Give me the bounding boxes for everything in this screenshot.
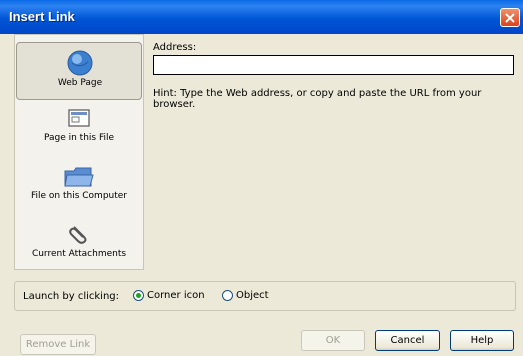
radio-circle <box>222 290 233 301</box>
launch-options-group: Launch by clicking: Corner icon Object <box>14 281 516 311</box>
hint-text: Hint: Type the Web address, or copy and … <box>153 88 482 110</box>
cancel-button[interactable]: Cancel <box>375 330 440 351</box>
help-button[interactable]: Help <box>450 330 514 351</box>
address-label: Address: <box>153 42 197 53</box>
insert-link-dialog: Insert Link Web Page Page in this File F… <box>0 0 523 356</box>
title-bar: Insert Link <box>0 0 523 34</box>
folder-icon <box>64 167 94 187</box>
ok-button[interactable]: OK <box>301 330 365 351</box>
close-button[interactable] <box>500 8 520 27</box>
radio-label: Corner icon <box>147 290 205 301</box>
nav-item-label: Web Page <box>57 78 103 88</box>
corner-icon-radio[interactable]: Corner icon <box>133 290 205 301</box>
nav-item-page-in-this-file[interactable]: Page in this File <box>16 105 142 155</box>
nav-item-label: Page in this File <box>43 133 115 143</box>
launch-label: Launch by clicking: <box>23 291 120 302</box>
nav-item-web-page[interactable]: Web Page <box>16 42 142 100</box>
radio-circle-checked <box>133 290 144 301</box>
nav-item-file-on-this-computer[interactable]: File on this Computer <box>16 163 142 213</box>
link-type-panel: Web Page Page in this File File on this … <box>14 34 144 270</box>
object-radio[interactable]: Object <box>222 290 269 301</box>
nav-item-label: Current Attachments <box>31 249 127 259</box>
remove-link-button[interactable]: Remove Link <box>20 334 96 355</box>
paperclip-icon <box>69 226 87 244</box>
nav-item-current-attachments[interactable]: Current Attachments <box>16 219 142 269</box>
nav-item-label: File on this Computer <box>30 191 128 201</box>
radio-label: Object <box>236 290 269 301</box>
page-icon <box>68 109 90 127</box>
window-title: Insert Link <box>9 9 75 24</box>
close-icon <box>505 13 515 23</box>
globe-icon <box>67 50 93 76</box>
address-input[interactable] <box>153 55 514 75</box>
